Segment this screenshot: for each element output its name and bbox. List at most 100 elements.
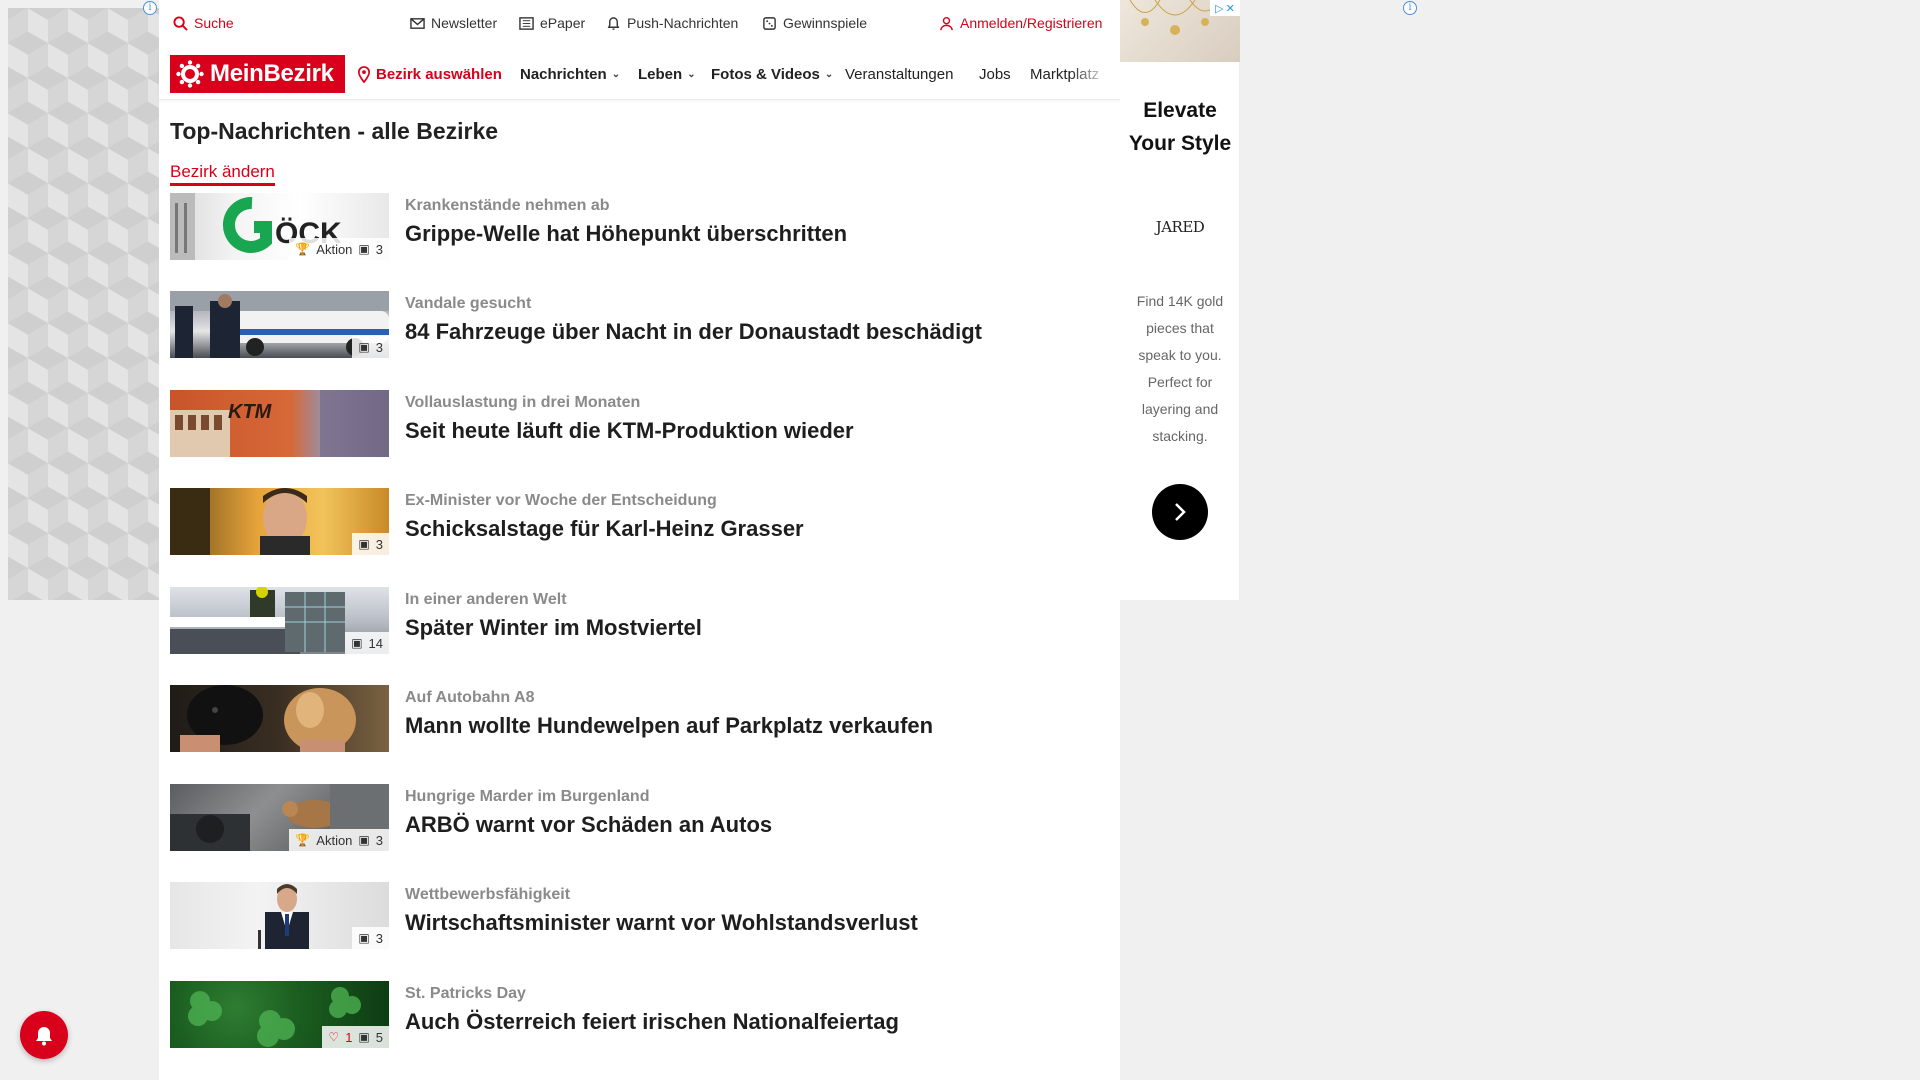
notification-bell-button[interactable] (20, 1011, 68, 1059)
thumb-meta: ▣ 3 (352, 927, 389, 949)
article-kicker: Auf Autobahn A8 (405, 689, 535, 706)
article-thumbnail[interactable]: ▣ 3 (170, 882, 389, 949)
utility-bar: Suche Newsletter ePaper Push-Nachrichten… (159, 0, 1120, 46)
image-count: 3 (375, 339, 383, 355)
image-count: 14 (368, 635, 383, 651)
change-district-link[interactable]: Bezirk ändern (170, 162, 275, 186)
nav-item-leben[interactable]: Leben ⌄ (638, 66, 696, 83)
thumb-meta: ♡ 1 ▣ 5 (322, 1026, 389, 1048)
article-headline[interactable]: Seit heute läuft die KTM-Produktion wied… (405, 418, 854, 444)
main-nav: MeinBezirk Bezirk auswählen Nachrichten ⌄… (159, 50, 1120, 100)
article-item[interactable]: Auf Autobahn A8 Mann wollte Hundewelpen … (170, 685, 1100, 753)
article-item[interactable]: KTM Vollauslastung in drei Monaten Seit … (170, 390, 1100, 458)
district-select[interactable]: Bezirk auswählen (357, 66, 502, 83)
article-thumbnail[interactable] (170, 685, 389, 752)
games-link[interactable]: Gewinnspiele (762, 15, 867, 31)
gallery-icon: ▣ (358, 1030, 370, 1044)
article-headline[interactable]: 84 Fahrzeuge über Nacht in der Donaustad… (405, 319, 982, 345)
article-kicker: In einer anderen Welt (405, 591, 567, 608)
thumb-meta: ▣ 14 (345, 632, 389, 654)
article-item[interactable]: ▣ 3 Wettbewerbsfähigkeit Wirtschaftsminis… (170, 882, 1100, 950)
image-count: 3 (375, 241, 383, 257)
thumb-meta: ▣ 3 (352, 336, 389, 358)
right-display-ad[interactable]: Elevate Your Style JARED Find 14K gold p… (1120, 0, 1240, 600)
main-column: Suche Newsletter ePaper Push-Nachrichten… (159, 0, 1120, 1080)
article-headline[interactable]: Auch Österreich feiert irischen National… (405, 1009, 899, 1035)
thumb-image: KTM (170, 390, 389, 457)
article-headline[interactable]: Später Winter im Mostviertel (405, 615, 702, 641)
trophy-icon: 🏆 (295, 242, 311, 256)
image-count: 3 (375, 536, 383, 552)
nav-label: Fotos & Videos (711, 66, 820, 83)
games-label: Gewinnspiele (783, 15, 868, 31)
newsletter-link[interactable]: Newsletter (410, 15, 497, 31)
gallery-icon: ▣ (351, 636, 363, 650)
article-item[interactable]: ▣ 3 Vandale gesucht 84 Fahrzeuge über Nac… (170, 291, 1100, 359)
login-link[interactable]: Anmelden/Registrieren (939, 15, 1102, 31)
nav-label: Veranstaltungen (845, 66, 954, 83)
thumb-meta: 🏆 Aktion ▣ 3 (289, 238, 389, 260)
article-thumbnail[interactable]: 🏆 Aktion ▣ 3 (170, 784, 389, 851)
page-title: Top-Nachrichten - alle Bezirke (170, 118, 499, 144)
thumb-image (180, 685, 356, 752)
article-kicker: Vandale gesucht (405, 295, 532, 312)
chevron-right-icon (1175, 503, 1186, 521)
push-link[interactable]: Push-Nachrichten (606, 15, 738, 31)
nav-item-fotos-videos[interactable]: Fotos & Videos ⌄ (711, 66, 833, 83)
left-skin-ad[interactable] (8, 8, 159, 600)
article-item[interactable]: ▣ 14 In einer anderen Welt Später Winter … (170, 587, 1100, 655)
ad-info-icon[interactable]: i (1403, 1, 1417, 15)
thumb-meta: ▣ 3 (352, 533, 389, 555)
gallery-icon: ▣ (358, 833, 370, 847)
article-thumbnail[interactable]: ▣ 3 (170, 291, 389, 358)
chevron-down-icon: ⌄ (687, 69, 696, 80)
article-item[interactable]: 🏆 Aktion ▣ 3 Hungrige Marder im Burgenland… (170, 784, 1100, 852)
badge-label: Aktion (316, 241, 353, 257)
bell-icon (607, 16, 620, 30)
article-headline[interactable]: Mann wollte Hundewelpen auf Parkplatz ve… (405, 713, 933, 739)
article-thumbnail[interactable]: ▣ 3 (170, 488, 389, 555)
article-kicker: Vollauslastung in drei Monaten (405, 394, 641, 411)
article-kicker: Krankenstände nehmen ab (405, 197, 610, 214)
ad-arrow-button[interactable] (1152, 484, 1208, 540)
chevron-down-icon: ⌄ (611, 69, 621, 80)
trophy-icon: 🏆 (295, 833, 311, 847)
epaper-label: ePaper (540, 15, 586, 31)
article-headline[interactable]: ARBÖ warnt vor Schäden an Autos (405, 812, 772, 838)
gallery-icon: ▣ (358, 340, 370, 354)
article-kicker: Hungrige Marder im Burgenland (405, 788, 650, 805)
nav-item-veranstaltungen[interactable]: Veranstaltungen (845, 66, 953, 83)
ad-description: Find 14K gold pieces that speak to you. … (1136, 293, 1224, 444)
nav-item-nachrichten[interactable]: Nachrichten ⌄ (520, 66, 620, 83)
article-item[interactable]: ÖCK 🏆 Aktion ▣ 3 Krankenstände nehmen ab G… (170, 193, 1100, 261)
article-thumbnail[interactable]: KTM (170, 390, 389, 457)
article-item[interactable]: ♡ 1 ▣ 5 St. Patricks Day Auch Österreich f… (170, 981, 1100, 1049)
article-thumbnail[interactable]: ▣ 14 (170, 587, 389, 654)
nav-scroll-fade (1070, 60, 1110, 90)
article-headline[interactable]: Schicksalstage für Karl-Heinz Grasser (405, 516, 804, 542)
nav-label: Leben (638, 66, 683, 83)
dice-icon (763, 16, 776, 30)
site-logo[interactable]: MeinBezirk (170, 55, 345, 93)
article-headline[interactable]: Grippe-Welle hat Höhepunkt überschritten (405, 221, 847, 247)
search-link[interactable]: Suche (173, 15, 234, 31)
article-kicker: St. Patricks Day (405, 985, 526, 1002)
heart-icon: ♡ (328, 1030, 340, 1044)
logo-text: MeinBezirk (210, 60, 334, 87)
district-select-label: Bezirk auswählen (376, 66, 502, 83)
epaper-link[interactable]: ePaper (519, 15, 585, 31)
mail-icon (410, 17, 425, 29)
image-count: 3 (375, 930, 383, 946)
nav-item-jobs[interactable]: Jobs (979, 66, 1011, 83)
nav-label: Nachrichten (520, 66, 607, 83)
article-headline[interactable]: Wirtschaftsminister warnt vor Wohlstands… (405, 910, 918, 936)
image-count: 5 (375, 1029, 383, 1045)
ad-info-icon[interactable]: i (143, 1, 157, 15)
article-kicker: Ex-Minister vor Woche der Entscheidung (405, 492, 717, 509)
ad-headline: Elevate Your Style (1128, 99, 1232, 155)
article-item[interactable]: ▣ 3 Ex-Minister vor Woche der Entscheidun… (170, 488, 1100, 556)
article-thumbnail[interactable]: ♡ 1 ▣ 5 (170, 981, 389, 1048)
adchoices-icon[interactable]: ▷ ✕ (1210, 0, 1240, 16)
article-thumbnail[interactable]: ÖCK 🏆 Aktion ▣ 3 (170, 193, 389, 260)
newspaper-icon (519, 16, 534, 30)
